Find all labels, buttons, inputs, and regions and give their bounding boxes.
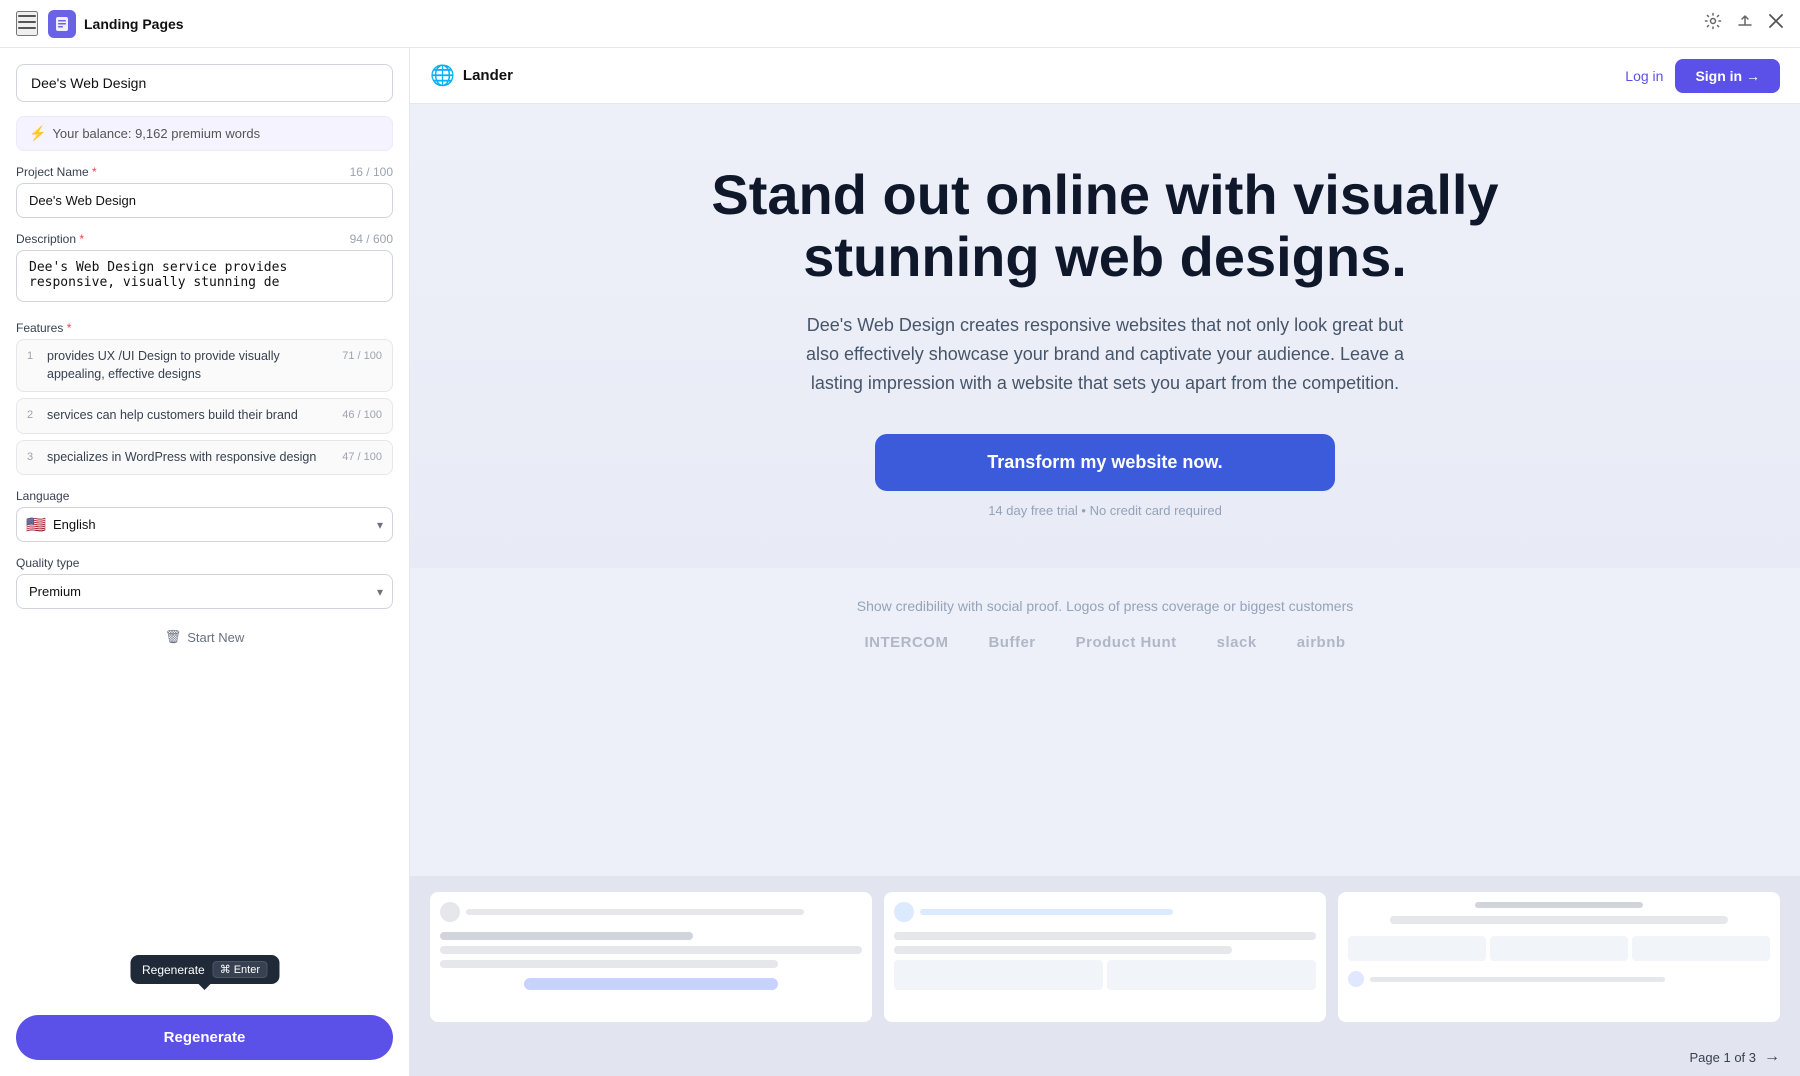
page-label: Page 1 of 3: [1690, 1050, 1757, 1065]
page-thumbnail-3[interactable]: [1338, 892, 1780, 1022]
features-field: Features * 1 provides UX /UI Design to p…: [16, 321, 393, 475]
feature-text[interactable]: specializes in WordPress with responsive…: [47, 449, 334, 467]
logo-item: INTERCOM: [864, 634, 948, 651]
language-label: Language: [16, 489, 393, 503]
logo-icon: [48, 10, 76, 38]
page-thumbnail-2[interactable]: [884, 892, 1326, 1022]
start-new-button[interactable]: 🗑 Start New: [16, 623, 393, 651]
language-select[interactable]: English: [16, 507, 393, 542]
feature-item: 2 services can help customers build thei…: [16, 398, 393, 434]
description-label: Description * 94 / 600: [16, 232, 393, 246]
regenerate-tooltip: Regenerate ⌘ Enter: [130, 955, 279, 984]
quality-select[interactable]: Premium: [16, 574, 393, 609]
page-nav-footer: Page 1 of 3 →: [410, 1038, 1800, 1076]
close-icon[interactable]: [1768, 13, 1784, 34]
quality-label: Quality type: [16, 556, 393, 570]
topbar-actions: [1704, 12, 1784, 35]
next-page-arrow[interactable]: →: [1764, 1048, 1780, 1066]
right-panel: 🌐 Lander Log in Sign in → Stand out onli…: [410, 48, 1800, 1076]
menu-icon[interactable]: [16, 11, 38, 36]
feature-number: 3: [27, 451, 39, 463]
topbar: Landing Pages: [0, 0, 1800, 48]
hero-cta-button[interactable]: Transform my website now.: [875, 434, 1335, 491]
social-proof-section: Show credibility with social proof. Logo…: [410, 568, 1800, 681]
preview-logo-text: Lander: [463, 67, 513, 84]
hero-subtext: Dee's Web Design creates responsive webs…: [805, 311, 1405, 397]
feature-item: 1 provides UX /UI Design to provide visu…: [16, 339, 393, 392]
upload-icon[interactable]: [1736, 12, 1754, 35]
feature-number: 1: [27, 350, 39, 362]
preview-actions: Log in Sign in →: [1625, 59, 1780, 93]
tooltip-kbd: ⌘ Enter: [213, 961, 267, 978]
enter-label: Enter: [234, 964, 260, 976]
cmd-icon: ⌘: [220, 963, 231, 976]
social-proof-text: Show credibility with social proof. Logo…: [857, 598, 1353, 614]
features-list: 1 provides UX /UI Design to provide visu…: [16, 339, 393, 475]
logo-item: slack: [1217, 634, 1257, 651]
settings-icon[interactable]: [1704, 12, 1722, 35]
tooltip-label: Regenerate: [142, 963, 205, 977]
features-label: Features *: [16, 321, 393, 335]
app-logo: Landing Pages: [48, 10, 184, 38]
signin-button[interactable]: Sign in →: [1675, 59, 1780, 93]
flag-icon: 🇺🇸: [26, 515, 46, 535]
hero-headline: Stand out online with visually stunning …: [655, 164, 1555, 287]
language-field: Language 🇺🇸 English ▾: [16, 489, 393, 542]
logo-item: Product Hunt: [1076, 634, 1177, 651]
app-title: Landing Pages: [84, 16, 184, 32]
logos-row: INTERCOM Buffer Product Hunt slack airbnb: [864, 634, 1345, 651]
project-name-input[interactable]: [16, 183, 393, 218]
project-title-input[interactable]: [16, 64, 393, 102]
quality-select-wrapper: Premium ▾: [16, 574, 393, 609]
description-textarea[interactable]: Dee's Web Design service provides respon…: [16, 250, 393, 302]
description-field: Description * 94 / 600 Dee's Web Design …: [16, 232, 393, 307]
feature-counter: 47 / 100: [342, 451, 382, 463]
feature-counter: 71 / 100: [342, 350, 382, 362]
landing-content: Stand out online with visually stunning …: [410, 104, 1800, 876]
language-select-wrapper: 🇺🇸 English ▾: [16, 507, 393, 542]
feature-item: 3 specializes in WordPress with responsi…: [16, 440, 393, 476]
lightning-icon: ⚡: [29, 125, 46, 142]
regenerate-section: Regenerate ⌘ Enter Regenerate: [16, 1015, 393, 1060]
trash-icon: 🗑: [165, 629, 182, 645]
feature-counter: 46 / 100: [342, 409, 382, 421]
login-link[interactable]: Log in: [1625, 68, 1663, 84]
balance-text: Your balance: 9,162 premium words: [52, 126, 260, 141]
logo-item: airbnb: [1297, 634, 1346, 651]
regenerate-button[interactable]: Regenerate: [16, 1015, 393, 1060]
preview-header: 🌐 Lander Log in Sign in →: [410, 48, 1800, 104]
page-thumbnails: [410, 876, 1800, 1038]
preview-logo: 🌐 Lander: [430, 63, 513, 88]
feature-number: 2: [27, 409, 39, 421]
feature-text[interactable]: services can help customers build their …: [47, 407, 334, 425]
feature-text[interactable]: provides UX /UI Design to provide visual…: [47, 348, 334, 383]
logo-item: Buffer: [988, 634, 1035, 651]
balance-badge: ⚡ Your balance: 9,162 premium words: [16, 116, 393, 151]
globe-icon: 🌐: [430, 63, 455, 88]
left-panel: ⚡ Your balance: 9,162 premium words Proj…: [0, 48, 410, 1076]
project-name-label: Project Name * 16 / 100: [16, 165, 393, 179]
project-name-field: Project Name * 16 / 100: [16, 165, 393, 218]
page-thumbnail-1[interactable]: [430, 892, 872, 1022]
quality-field: Quality type Premium ▾: [16, 556, 393, 609]
main-layout: ⚡ Your balance: 9,162 premium words Proj…: [0, 48, 1800, 1076]
hero-section: Stand out online with visually stunning …: [410, 104, 1800, 568]
cta-note: 14 day free trial • No credit card requi…: [988, 503, 1222, 518]
